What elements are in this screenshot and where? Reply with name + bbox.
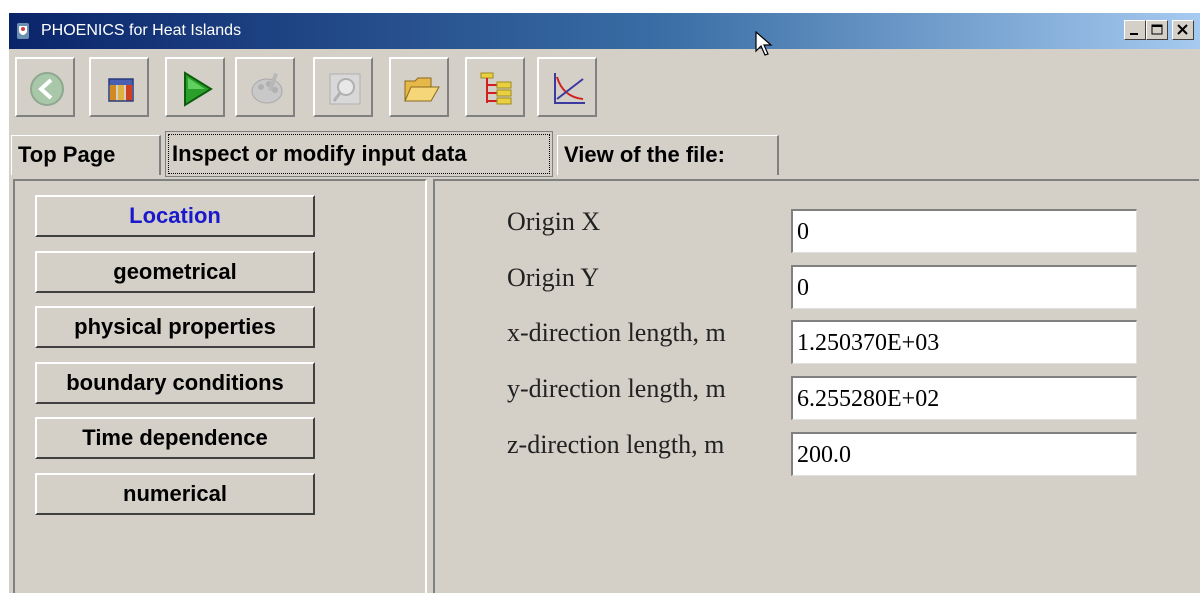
maximize-icon xyxy=(1151,24,1163,35)
geometrical-button[interactable]: geometrical xyxy=(35,251,315,293)
run-button[interactable] xyxy=(165,57,225,117)
tab-inspect-input-data[interactable]: Inspect or modify input data xyxy=(165,131,553,177)
tree-button[interactable] xyxy=(465,57,525,117)
tab-top-page[interactable]: Top Page xyxy=(11,135,161,175)
graph-icon xyxy=(554,73,585,104)
origin-x-field[interactable]: 0 xyxy=(791,209,1137,253)
z-length-field[interactable]: 200.0 xyxy=(791,432,1137,476)
input-form-panel: Origin X 0 Origin Y 0 x-direction length… xyxy=(433,179,1199,593)
category-panel: Location geometrical physical properties… xyxy=(13,179,427,593)
view-results-button[interactable] xyxy=(313,57,373,117)
back-arrow-icon xyxy=(30,72,64,106)
back-button[interactable] xyxy=(15,57,75,117)
close-button[interactable] xyxy=(1172,20,1194,40)
tree-icon xyxy=(480,72,512,105)
title-bar[interactable]: PHOENICS for Heat Islands xyxy=(9,13,1200,49)
run-play-icon xyxy=(184,71,213,107)
view-results-icon xyxy=(329,73,361,105)
tab-view-file[interactable]: View of the file: xyxy=(557,135,779,175)
tab-bar: Top Page Inspect or modify input data Vi… xyxy=(9,131,1200,179)
app-icon xyxy=(15,22,31,40)
open-folder-icon xyxy=(404,77,440,102)
time-dependence-button[interactable]: Time dependence xyxy=(35,417,315,459)
app-window: PHOENICS for Heat Islands Top Page Inspe… xyxy=(8,12,1200,593)
model-icon xyxy=(108,78,134,102)
origin-y-field[interactable]: 0 xyxy=(791,265,1137,309)
close-icon xyxy=(1177,24,1188,35)
x-length-label: x-direction length, m xyxy=(507,318,726,347)
model-button[interactable] xyxy=(89,57,149,117)
boundary-conditions-button[interactable]: boundary conditions xyxy=(35,362,315,404)
physical-properties-button[interactable]: physical properties xyxy=(35,306,315,348)
maximize-button[interactable] xyxy=(1146,20,1168,40)
minimize-icon xyxy=(1130,33,1138,35)
open-folder-button[interactable] xyxy=(389,57,449,117)
window-title: PHOENICS for Heat Islands xyxy=(41,22,242,39)
y-length-field[interactable]: 6.255280E+02 xyxy=(791,376,1137,420)
origin-x-label: Origin X xyxy=(507,207,601,236)
toolbar xyxy=(9,49,1200,135)
location-button[interactable]: Location xyxy=(35,195,315,237)
origin-y-label: Origin Y xyxy=(507,263,600,292)
graph-button[interactable] xyxy=(537,57,597,117)
palette-button[interactable] xyxy=(235,57,295,117)
z-length-label: z-direction length, m xyxy=(507,430,725,459)
y-length-label: y-direction length, m xyxy=(507,374,726,403)
minimize-button[interactable] xyxy=(1124,20,1146,40)
x-length-field[interactable]: 1.250370E+03 xyxy=(791,320,1137,364)
numerical-button[interactable]: numerical xyxy=(35,473,315,515)
palette-icon xyxy=(251,72,283,104)
